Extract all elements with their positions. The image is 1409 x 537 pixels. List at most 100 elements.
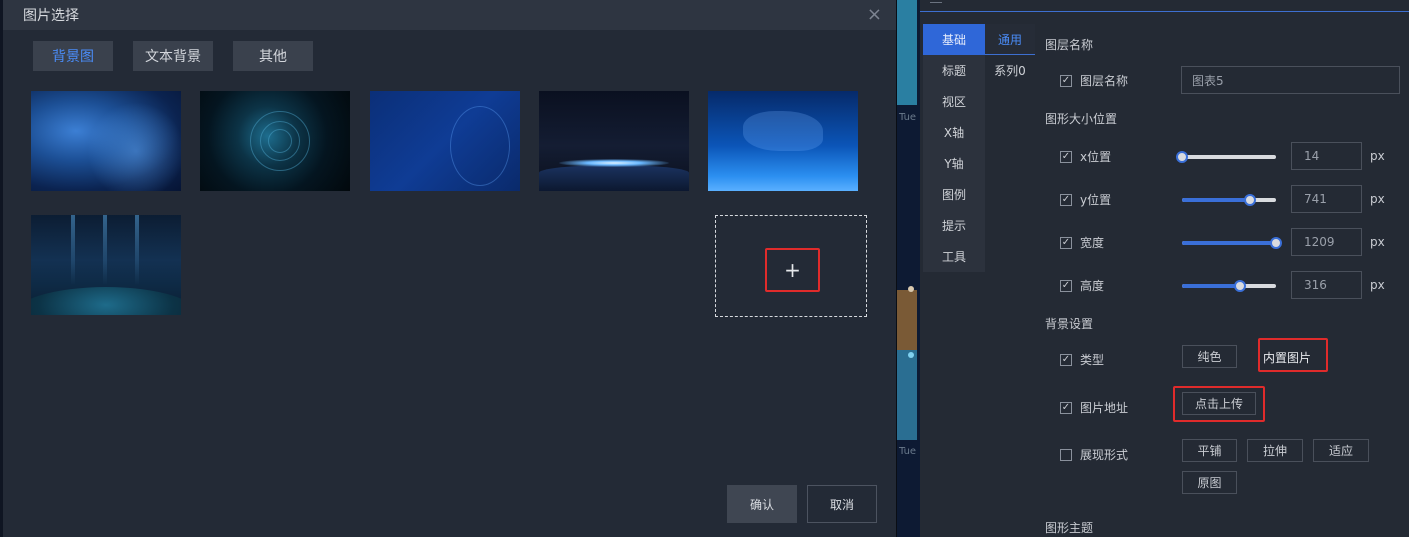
checkbox-checked-icon[interactable]: ✓ [1060,353,1072,366]
x-position-row: ✓ x位置 [1060,148,1111,165]
display-mode-row: 展现形式 [1060,446,1128,463]
menu-icon[interactable] [930,2,942,3]
section-title-theme: 图形主题 [1045,521,1094,535]
sub-nav: 通用 系列0 [985,24,1035,86]
decoration [268,129,292,153]
upload-button[interactable]: 点击上传 [1182,392,1256,415]
nav-basic[interactable]: 基础 [923,24,985,55]
field-label: 类型 [1080,353,1105,367]
decoration [450,106,510,186]
section-title-layer: 图层名称 [1045,38,1094,52]
display-original-button[interactable]: 原图 [1182,471,1237,494]
width-row: ✓ 宽度 [1060,234,1104,251]
cancel-button[interactable]: 取消 [807,485,877,523]
section-title-size: 图形大小位置 [1045,112,1118,126]
category-tabs: 背景图 文本背景 其他 [33,41,313,71]
background-thumbnail[interactable] [539,91,689,191]
background-thumbnail[interactable] [708,91,858,191]
display-stretch-button[interactable]: 拉伸 [1247,439,1303,462]
tab-other[interactable]: 其他 [233,41,313,71]
y-position-slider[interactable] [1182,194,1276,206]
field-label: 图片地址 [1080,401,1129,415]
panel-header [920,0,1409,12]
property-panel: 基础 标题 视区 X轴 Y轴 图例 提示 工具 通用 系列0 图层名称 ✓ 图层… [920,0,1409,537]
nav-legend[interactable]: 图例 [923,179,985,210]
checkbox-unchecked-icon[interactable] [1060,448,1072,461]
decoration [135,215,139,285]
chart-area [897,290,917,350]
height-row: ✓ 高度 [1060,277,1104,294]
chart-point [908,286,914,292]
field-label: x位置 [1080,150,1112,164]
unit-label: px [1370,278,1385,292]
close-icon[interactable]: × [867,4,882,25]
decoration [743,111,823,151]
nav-x-axis[interactable]: X轴 [923,117,985,148]
slider-handle[interactable] [1234,280,1247,292]
upload-image-box[interactable]: + [715,215,867,317]
field-label: 展现形式 [1080,448,1129,462]
chart-area [897,350,917,440]
confirm-button[interactable]: 确认 [727,485,797,523]
x-position-input[interactable]: 14 [1291,142,1362,170]
tab-text-background[interactable]: 文本背景 [133,41,213,71]
background-thumbnail[interactable] [370,91,520,191]
sub-tab-general[interactable]: 通用 [985,24,1035,55]
background-thumbnail[interactable] [31,215,181,315]
display-tile-button[interactable]: 平铺 [1182,439,1237,462]
screen: Tue Tue 图片选择 × 背景图 文本背景 其他 + 确认 取消 基础 标题… [0,0,1409,537]
y-position-row: ✓ y位置 [1060,191,1111,208]
image-url-row: ✓ 图片地址 [1060,399,1128,416]
dialog-header: 图片选择 × [3,0,896,30]
height-slider[interactable] [1182,280,1276,292]
unit-label: px [1370,149,1385,163]
type-builtin-image-option[interactable]: 内置图片 [1263,349,1311,366]
slider-handle[interactable] [1243,194,1256,206]
slider-handle[interactable] [1176,151,1188,163]
chart-point [908,352,914,358]
sub-tab-series0[interactable]: 系列0 [985,55,1035,86]
checkbox-checked-icon[interactable]: ✓ [1060,193,1072,206]
plus-icon[interactable]: + [765,248,820,292]
checkbox-checked-icon[interactable]: ✓ [1060,279,1072,292]
axis-tick-label: Tue [899,446,917,457]
nav-viewport[interactable]: 视区 [923,86,985,117]
field-label: y位置 [1080,193,1112,207]
checkbox-checked-icon[interactable]: ✓ [1060,150,1072,163]
nav-title[interactable]: 标题 [923,55,985,86]
dialog-title: 图片选择 [23,8,79,24]
checkbox-checked-icon[interactable]: ✓ [1060,401,1072,414]
checkbox-checked-icon[interactable]: ✓ [1060,74,1072,87]
unit-label: px [1370,192,1385,206]
display-fit-button[interactable]: 适应 [1313,439,1369,462]
decoration [539,165,689,191]
field-label: 高度 [1080,279,1105,293]
layer-name-row: ✓ 图层名称 [1060,72,1128,89]
field-label: 图层名称 [1080,74,1129,88]
unit-label: px [1370,235,1385,249]
chart-canvas-background: Tue Tue [897,0,920,537]
width-input[interactable]: 1209 [1291,228,1362,256]
y-position-input[interactable]: 741 [1291,185,1362,213]
height-input[interactable]: 316 [1291,271,1362,299]
tab-background-image[interactable]: 背景图 [33,41,113,71]
decoration [103,215,107,285]
checkbox-checked-icon[interactable]: ✓ [1060,236,1072,249]
axis-tick-label: Tue [899,112,917,123]
x-position-slider[interactable] [1176,151,1276,163]
section-title-background: 背景设置 [1045,317,1094,331]
type-row: ✓ 类型 [1060,351,1104,368]
background-thumbnail[interactable] [200,91,350,191]
background-thumbnail[interactable] [31,91,181,191]
type-solid-button[interactable]: 纯色 [1182,345,1237,368]
decoration [559,159,669,167]
decoration [31,287,181,315]
slider-handle[interactable] [1270,237,1282,249]
layer-name-input[interactable]: 图表5 [1181,66,1400,94]
nav-y-axis[interactable]: Y轴 [923,148,985,179]
width-slider[interactable] [1182,237,1282,249]
property-nav: 基础 标题 视区 X轴 Y轴 图例 提示 工具 [923,24,985,272]
nav-tools[interactable]: 工具 [923,241,985,272]
field-label: 宽度 [1080,236,1105,250]
nav-tooltip[interactable]: 提示 [923,210,985,241]
